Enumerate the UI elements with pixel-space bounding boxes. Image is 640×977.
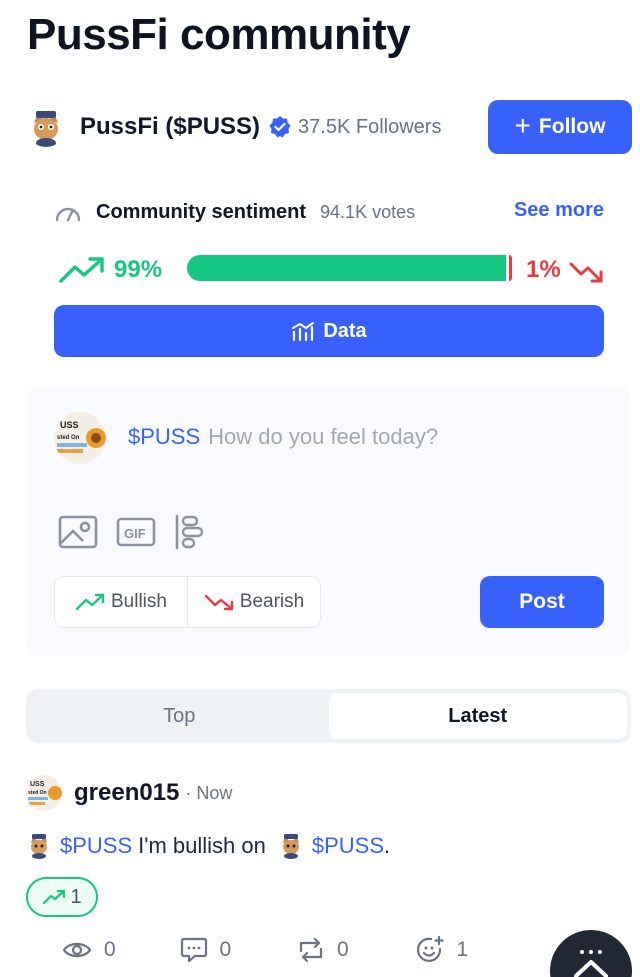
trend-up-icon <box>59 257 104 283</box>
image-icon[interactable] <box>58 515 98 549</box>
reactions-count: 1 <box>456 938 469 961</box>
chevron-up-icon <box>574 950 608 977</box>
tab-top[interactable]: Top <box>30 693 329 739</box>
token-emoji-icon <box>282 834 299 859</box>
composer-placeholder: How do you feel today? <box>208 424 439 449</box>
post-composer: USS sted On $PUSS How do you feel today? … <box>26 386 631 656</box>
gauge-icon <box>55 207 81 222</box>
svg-text:sted On: sted On <box>28 790 47 796</box>
post-text-mid: I'm bullish on <box>138 833 266 858</box>
sentiment-label: Community sentiment <box>96 200 307 223</box>
bearish-percent: 1% <box>526 256 561 283</box>
post-text-end: . <box>384 833 391 858</box>
see-more-link[interactable]: See more <box>514 199 604 222</box>
bearish-bar-fill <box>509 255 512 281</box>
reposts-count: 0 <box>337 938 349 961</box>
trend-down-icon <box>204 594 233 611</box>
verified-badge-icon <box>269 116 291 138</box>
post-ticker-link[interactable]: $PUSS <box>312 833 384 859</box>
repost-icon <box>299 937 323 963</box>
repost-action[interactable]: 0 <box>297 937 415 963</box>
svg-text:sted On: sted On <box>57 435 80 441</box>
tab-latest[interactable]: Latest <box>328 693 627 739</box>
token-header: PussFi ($PUSS) 37.5K Followers + Follow <box>26 100 632 154</box>
post-actions: 0 0 0 1 <box>62 932 532 968</box>
composer-input[interactable]: $PUSS How do you feel today? <box>128 424 438 450</box>
data-button[interactable]: Data <box>54 305 604 357</box>
composer-ticker: $PUSS <box>128 424 201 449</box>
followers-count: 37.5K Followers <box>298 115 442 138</box>
post-avatar-icon[interactable]: USS sted On <box>26 775 62 811</box>
views-action[interactable]: 0 <box>62 938 180 962</box>
svg-text:USS: USS <box>60 420 79 430</box>
plus-icon: + <box>514 109 531 141</box>
composer-tools: GIF <box>58 514 204 550</box>
scroll-top-button[interactable] <box>550 930 632 977</box>
reaction-action[interactable]: 1 <box>415 935 533 965</box>
trend-down-icon <box>569 262 603 283</box>
token-avatar-icon[interactable] <box>26 107 66 147</box>
post-text: $PUSS I'm bullish on $PUSS. <box>26 833 632 859</box>
token-emoji-icon <box>31 834 47 859</box>
sentiment-toggle: Bullish Bearish <box>54 576 321 628</box>
bullish-percent: 99% <box>114 256 163 283</box>
bearish-label: Bearish <box>239 591 305 612</box>
comments-count: 0 <box>219 938 232 961</box>
post-button[interactable]: Post <box>480 576 604 628</box>
page-title: PussFi community <box>27 10 411 59</box>
post-username[interactable]: green015 <box>74 779 179 807</box>
eye-icon <box>62 942 92 958</box>
feed-tabs: Top Latest <box>26 689 631 743</box>
bullish-count: 1 <box>70 885 82 908</box>
bullish-bar-fill <box>187 255 506 281</box>
poll-icon[interactable] <box>174 514 204 550</box>
svg-text:USS: USS <box>30 781 45 788</box>
chart-icon <box>292 322 315 341</box>
votes-count: 94.1K votes <box>320 201 416 222</box>
views-count: 0 <box>104 938 116 961</box>
follow-button[interactable]: + Follow <box>488 100 632 154</box>
sentiment-bar-row: 99% 1% <box>56 252 606 288</box>
sentiment-bar <box>187 255 512 281</box>
bearish-option[interactable]: Bearish <box>187 577 320 627</box>
sentiment-header: Community sentiment 94.1K votes See more <box>54 196 604 228</box>
post-ticker-link[interactable]: $PUSS <box>60 833 132 859</box>
user-avatar-icon: USS sted On <box>54 412 106 464</box>
bullish-option[interactable]: Bullish <box>55 577 187 627</box>
bullish-label: Bullish <box>111 591 167 612</box>
token-name[interactable]: PussFi ($PUSS) <box>80 113 260 141</box>
bullish-chip[interactable]: 1 <box>26 877 98 917</box>
trend-up-icon <box>75 593 105 611</box>
comment-action[interactable]: 0 <box>180 937 298 963</box>
feed-post: USS sted On green015 · Now $PUSS I'm bul… <box>26 775 632 917</box>
data-label: Data <box>323 319 367 342</box>
trend-up-icon <box>43 889 66 905</box>
follow-label: Follow <box>538 115 606 138</box>
comment-icon <box>180 937 207 963</box>
add-reaction-icon <box>416 935 444 962</box>
svg-text:GIF: GIF <box>124 526 146 541</box>
post-time: · Now <box>185 782 233 803</box>
gif-icon[interactable]: GIF <box>116 515 156 549</box>
